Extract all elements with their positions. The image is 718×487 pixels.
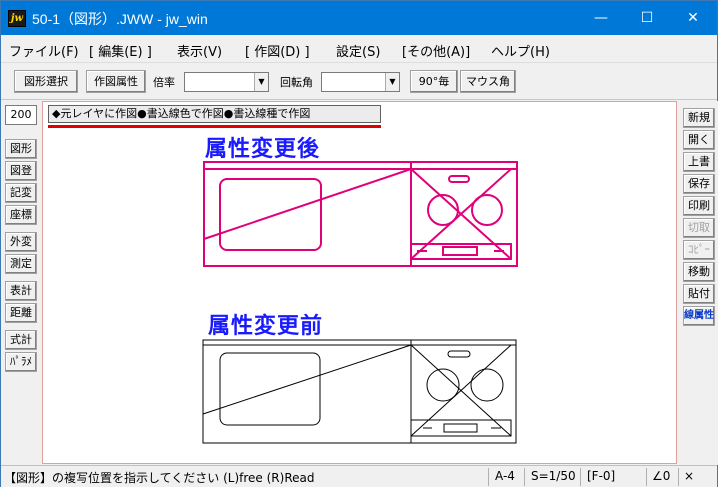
menu-other[interactable]: [その他(A)]	[402, 41, 470, 60]
scale-field[interactable]: 200	[5, 105, 37, 125]
kitchen-counter-after[interactable]	[201, 159, 521, 271]
menu-bar: ファイル(F) [ 編集(E) ] 表示(V) [ 作図(D) ] 設定(S) …	[1, 35, 717, 63]
app-icon: jw	[8, 10, 26, 27]
status-message: 【図形】の複写位置を指示してください (L)free (R)Read	[4, 471, 315, 485]
maximize-button[interactable]: ☐	[624, 1, 670, 35]
status-bar: 【図形】の複写位置を指示してください (L)free (R)Read A-4 S…	[1, 465, 717, 487]
tool-parameter[interactable]: ﾊﾟﾗﾒ	[5, 352, 37, 372]
chevron-down-icon[interactable]: ▼	[385, 73, 399, 91]
layer-indicator[interactable]: [F-0]	[587, 469, 615, 483]
copy-button[interactable]: ｺﾋﾟｰ	[683, 240, 715, 260]
scale-select[interactable]: ▼	[184, 72, 269, 92]
menu-draw[interactable]: [ 作図(D) ]	[245, 41, 310, 60]
print-button[interactable]: 印刷	[683, 196, 715, 216]
tool-figure[interactable]: 図形	[5, 139, 37, 159]
menu-settings[interactable]: 設定(S)	[336, 41, 380, 60]
tool-coordinate[interactable]: 座標	[5, 205, 37, 225]
open-file-button[interactable]: 開く	[683, 130, 715, 150]
overwrite-button[interactable]: 上書	[683, 152, 715, 172]
tool-measure[interactable]: 測定	[5, 254, 37, 274]
tool-external-change[interactable]: 外変	[5, 232, 37, 252]
label-before-change: 属性変更前	[208, 314, 324, 339]
status-divider	[646, 468, 647, 486]
select-figure-button[interactable]: 図形選択	[14, 70, 78, 93]
tool-table-calc[interactable]: 表計	[5, 281, 37, 301]
close-button[interactable]: ✕	[670, 1, 716, 35]
cut-button[interactable]: 切取	[683, 218, 715, 238]
status-divider	[488, 468, 489, 486]
rotation-select[interactable]: ▼	[321, 72, 400, 92]
status-divider	[678, 468, 679, 486]
scale-indicator[interactable]: S=1/50	[531, 469, 576, 483]
chevron-down-icon[interactable]: ▼	[254, 73, 268, 91]
draw-attribute-button[interactable]: 作図属性	[86, 70, 146, 93]
paste-button[interactable]: 貼付	[683, 284, 715, 304]
angle-indicator[interactable]: ∠0	[652, 469, 670, 483]
status-divider	[580, 468, 581, 486]
rotation-label: 回転角	[280, 76, 313, 89]
attribute-toolbar: 図形選択 作図属性 倍率 ▼ 回転角 ▼ 90°毎 マウス角	[1, 64, 717, 100]
mouse-angle-button[interactable]: マウス角	[460, 70, 516, 93]
menu-edit[interactable]: [ 編集(E) ]	[89, 41, 152, 60]
mode-banner: ◆元レイヤに作図●書込線色で作図●書込線種で作図	[48, 105, 381, 123]
tool-formula-calc[interactable]: 式計	[5, 330, 37, 350]
move-button[interactable]: 移動	[683, 262, 715, 282]
tool-distance[interactable]: 距離	[5, 303, 37, 323]
title-bar: jw 50-1（図形）.JWW - jw_win — ☐ ✕	[1, 1, 717, 35]
ninety-degree-button[interactable]: 90°毎	[410, 70, 458, 93]
scale-label: 倍率	[153, 76, 175, 89]
menu-file[interactable]: ファイル(F)	[9, 41, 79, 60]
menu-help[interactable]: ヘルプ(H)	[491, 41, 550, 60]
window-title: 50-1（図形）.JWW - jw_win	[32, 11, 208, 27]
minimize-button[interactable]: —	[578, 1, 624, 35]
banner-underline	[48, 125, 381, 128]
paper-size[interactable]: A-4	[495, 469, 515, 483]
tool-symbol-change[interactable]: 記変	[5, 183, 37, 203]
save-button[interactable]: 保存	[683, 174, 715, 194]
kitchen-counter-before[interactable]	[201, 338, 521, 446]
menu-view[interactable]: 表示(V)	[177, 41, 222, 60]
app-window: jw 50-1（図形）.JWW - jw_win — ☐ ✕ ファイル(F) […	[0, 0, 718, 487]
new-file-button[interactable]: 新規	[683, 108, 715, 128]
x-button[interactable]: ×	[684, 469, 694, 483]
status-divider	[524, 468, 525, 486]
tool-figure-register[interactable]: 図登	[5, 161, 37, 181]
line-attribute-button[interactable]: 線属性	[683, 306, 715, 326]
